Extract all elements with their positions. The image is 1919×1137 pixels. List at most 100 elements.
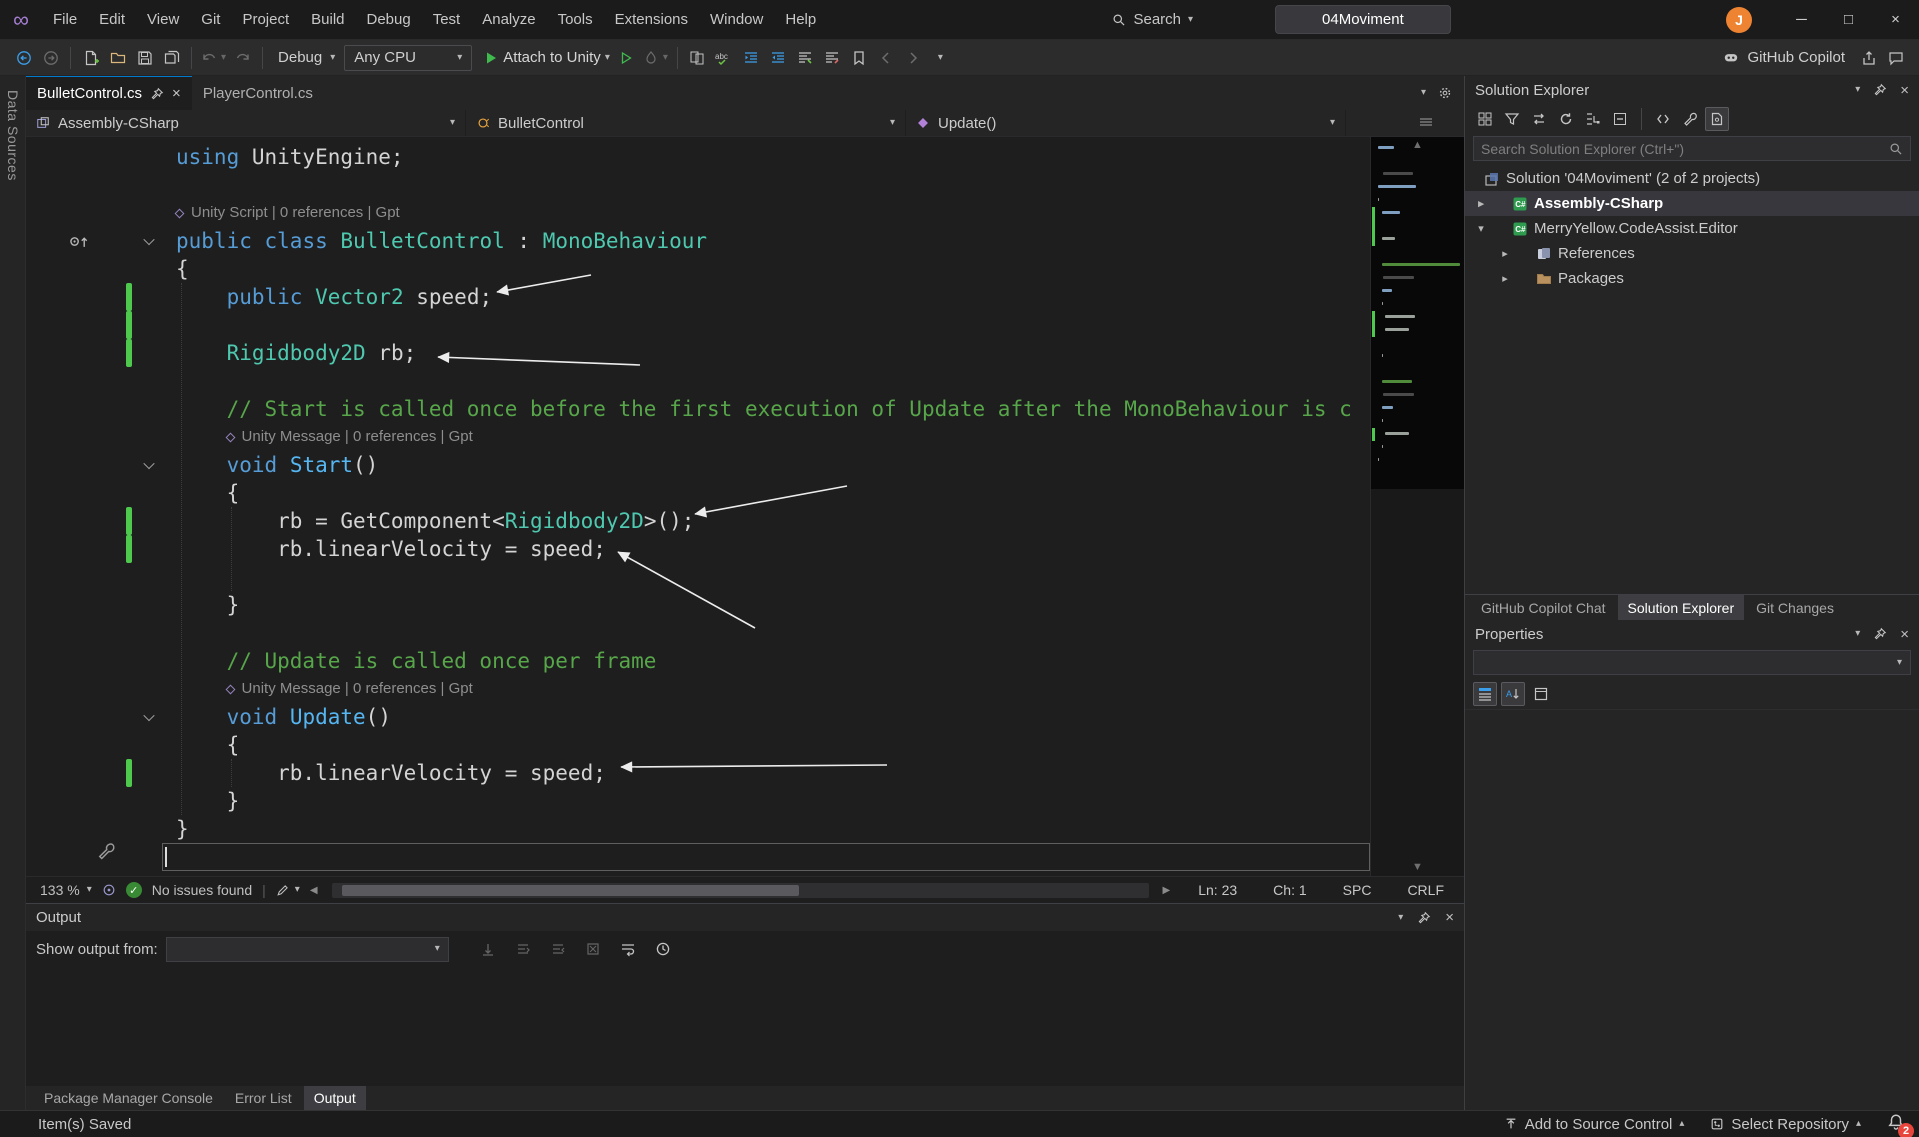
tab-playercontrol[interactable]: PlayerControl.cs [192, 76, 324, 110]
tab-git-changes[interactable]: Git Changes [1746, 595, 1844, 620]
decrease-indent-button[interactable] [738, 44, 765, 71]
collapse-all-button[interactable] [1608, 107, 1632, 131]
next-message-button[interactable] [545, 936, 572, 963]
share-button[interactable] [1855, 44, 1882, 71]
close-panel-icon[interactable]: × [1900, 626, 1909, 643]
timestamp-button[interactable] [650, 936, 677, 963]
close-panel-icon[interactable]: × [1445, 909, 1454, 926]
document-health-icon[interactable] [102, 883, 116, 897]
code-line[interactable]: // Update is called once per frame [26, 647, 1370, 675]
solution-explorer-header[interactable]: Solution Explorer ▾ × [1465, 76, 1919, 104]
project-dropdown[interactable]: Assembly-CSharp ▾ [26, 110, 466, 136]
refresh-button[interactable] [1554, 107, 1578, 131]
pin-icon[interactable] [1873, 627, 1887, 641]
github-copilot-badge[interactable]: GitHub Copilot [1722, 49, 1845, 67]
search-box[interactable]: Search ▾ [1102, 7, 1203, 32]
new-project-button[interactable] [77, 44, 104, 71]
tree-item-merryyellow[interactable]: ▾ C# MerryYellow.CodeAssist.Editor [1465, 216, 1919, 241]
increase-indent-button[interactable] [765, 44, 792, 71]
line-indicator[interactable]: Ln: 23 [1198, 882, 1237, 898]
spaces-indicator[interactable]: SPC [1343, 882, 1372, 898]
menu-window[interactable]: Window [699, 0, 774, 39]
twisty-collapsed-icon[interactable]: ▸ [1473, 197, 1489, 210]
horizontal-scrollbar-thumb[interactable] [342, 885, 800, 896]
menu-project[interactable]: Project [231, 0, 300, 39]
editor-splitter-grip-icon[interactable] [1418, 114, 1434, 132]
output-source-dropdown[interactable]: ▾ [166, 937, 449, 962]
tree-item-packages[interactable]: ▸ Packages [1465, 266, 1919, 291]
menu-extensions[interactable]: Extensions [604, 0, 699, 39]
undo-button[interactable]: ▾ [198, 44, 229, 71]
code-line[interactable] [26, 619, 1370, 647]
properties-object-dropdown[interactable]: ▾ [1473, 650, 1911, 675]
zoom-dropdown[interactable]: 133 % ▾ [40, 882, 92, 898]
code-line[interactable]: rb.linearVelocity = speed; [26, 759, 1370, 787]
uncomment-selection-button[interactable] [819, 44, 846, 71]
notifications-bell-button[interactable]: 2 [1887, 1113, 1905, 1135]
properties-header[interactable]: Properties ▾ × [1465, 620, 1919, 648]
no-issues-check-icon[interactable]: ✓ [126, 882, 142, 898]
select-repository-button[interactable]: Select Repository ▴ [1710, 1116, 1861, 1133]
navigate-forward-button[interactable] [37, 44, 64, 71]
view-code-button[interactable] [1651, 107, 1675, 131]
add-to-source-control-button[interactable]: Add to Source Control ▴ [1504, 1116, 1685, 1133]
find-message-button[interactable] [475, 936, 502, 963]
user-avatar[interactable]: J [1726, 7, 1752, 33]
redo-button[interactable] [229, 44, 256, 71]
pin-icon[interactable] [1417, 911, 1431, 925]
navigate-backward-button[interactable] [10, 44, 37, 71]
previous-message-button[interactable] [510, 936, 537, 963]
code-editor[interactable]: using UnityEngine;Unity Script | 0 refer… [26, 137, 1464, 876]
column-indicator[interactable]: Ch: 1 [1273, 882, 1306, 898]
window-position-caret-icon[interactable]: ▾ [1855, 85, 1860, 95]
tab-output[interactable]: Output [304, 1086, 366, 1110]
fold-chevron-icon[interactable] [143, 458, 154, 469]
save-all-button[interactable] [158, 44, 185, 71]
menu-test[interactable]: Test [422, 0, 472, 39]
code-line[interactable] [26, 563, 1370, 591]
code-cleanup-button[interactable]: ▾ [276, 883, 300, 897]
type-dropdown[interactable]: BulletControl ▾ [466, 110, 906, 136]
menu-analyze[interactable]: Analyze [471, 0, 546, 39]
search-icon[interactable] [1889, 142, 1903, 156]
code-line[interactable]: // Start is called once before the first… [26, 395, 1370, 423]
maximize-button[interactable]: □ [1825, 0, 1872, 39]
active-files-dropdown-icon[interactable]: ▾ [1421, 88, 1426, 98]
scroll-up-icon[interactable]: ▲ [1371, 139, 1464, 151]
tab-bulletcontrol[interactable]: BulletControl.cs × [26, 76, 192, 110]
fold-chevron-icon[interactable] [143, 710, 154, 721]
scroll-right-icon[interactable]: ▶ [1163, 885, 1171, 896]
code-line[interactable] [26, 311, 1370, 339]
menu-edit[interactable]: Edit [88, 0, 136, 39]
output-content[interactable] [26, 967, 1464, 1086]
menu-debug[interactable]: Debug [356, 0, 422, 39]
scroll-left-icon[interactable]: ◀ [310, 885, 318, 896]
minimize-button[interactable]: ─ [1778, 0, 1825, 39]
quick-actions-icon[interactable] [96, 841, 116, 866]
open-file-button[interactable] [104, 44, 131, 71]
code-line[interactable]: } [26, 591, 1370, 619]
properties-wrench-button[interactable] [1678, 107, 1702, 131]
toggle-word-wrap-button[interactable] [615, 936, 642, 963]
tab-package-manager-console[interactable]: Package Manager Console [34, 1086, 223, 1110]
menu-build[interactable]: Build [300, 0, 355, 39]
code-line[interactable]: rb.linearVelocity = speed; [26, 535, 1370, 563]
toolbar-options-button[interactable]: ▾ [927, 44, 954, 71]
menu-help[interactable]: Help [774, 0, 827, 39]
pending-changes-filter-button[interactable] [1500, 107, 1524, 131]
code-line[interactable]: void Update() [26, 703, 1370, 731]
code-line[interactable]: using UnityEngine; [26, 143, 1370, 171]
switch-views-button[interactable] [1473, 107, 1497, 131]
menu-tools[interactable]: Tools [547, 0, 604, 39]
solution-configuration-dropdown[interactable]: Debug ▾ [269, 45, 344, 71]
comment-selection-button[interactable] [792, 44, 819, 71]
next-bookmark-button[interactable] [900, 44, 927, 71]
hot-reload-button[interactable]: ▾ [640, 44, 671, 71]
file-compare-button[interactable] [684, 44, 711, 71]
code-line[interactable]: public Vector2 speed; [26, 283, 1370, 311]
spell-check-button[interactable]: abc [711, 44, 738, 71]
categorized-view-button[interactable] [1473, 682, 1497, 706]
output-panel-header[interactable]: Output ▾ × [26, 904, 1464, 931]
code-line[interactable]: } [26, 787, 1370, 815]
code-line[interactable]: Unity Message | 0 references | Gpt [26, 675, 1370, 703]
